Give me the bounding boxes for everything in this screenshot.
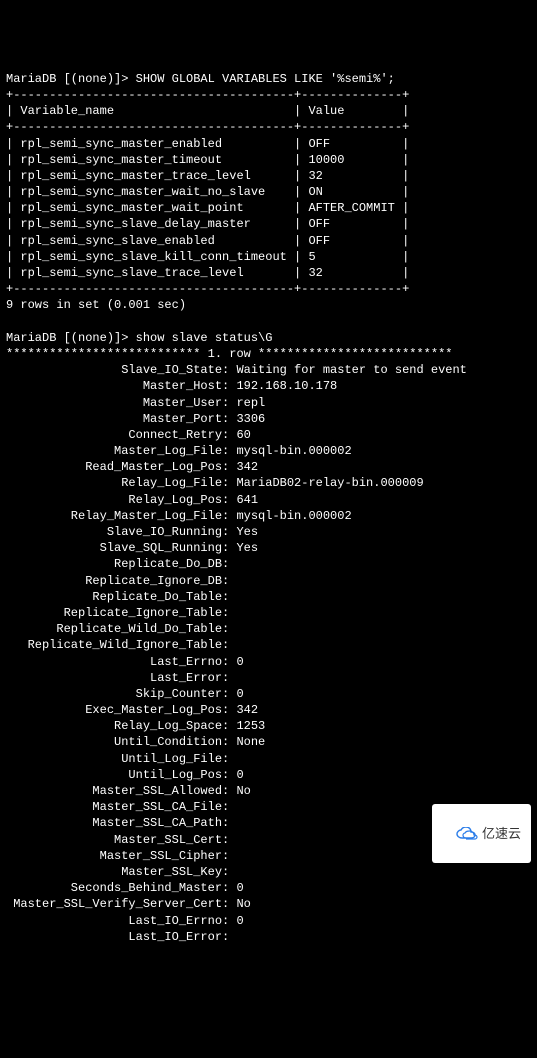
cloud-icon (442, 807, 478, 860)
watermark-text: 亿速云 (482, 825, 521, 843)
watermark-badge: 亿速云 (432, 804, 531, 863)
